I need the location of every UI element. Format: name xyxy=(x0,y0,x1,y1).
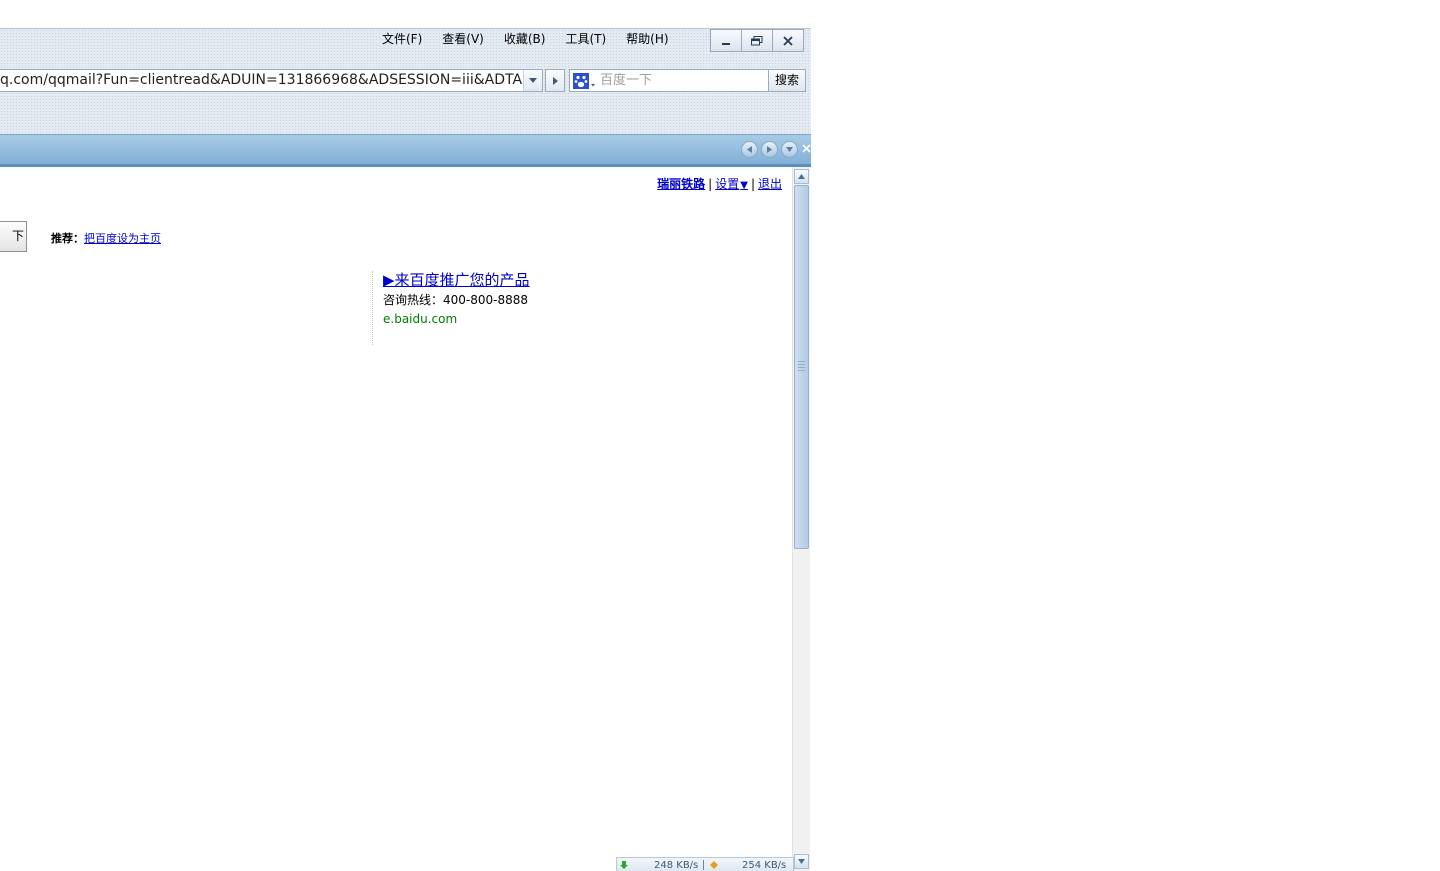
search-button[interactable]: 搜索 xyxy=(768,69,806,92)
ad-phone: 咨询热线：400-800-8888 xyxy=(383,293,529,307)
settings-label: 设置 xyxy=(715,177,740,191)
window-controls xyxy=(710,29,804,52)
menu-view[interactable]: 查看(V) xyxy=(432,30,494,48)
menu-file[interactable]: 文件(F) xyxy=(372,30,432,48)
chevron-down-icon xyxy=(798,859,805,864)
chevron-up-icon xyxy=(798,174,805,179)
scroll-up-button[interactable] xyxy=(794,169,809,184)
separator: | xyxy=(708,177,713,191)
status-separator xyxy=(703,860,704,870)
tab-controls xyxy=(741,141,811,158)
recommend-line: 推荐：把百度设为主页 xyxy=(51,230,161,246)
go-button[interactable] xyxy=(545,69,565,92)
tab-scroll-left-button[interactable] xyxy=(741,141,758,158)
recommend-label: 推荐： xyxy=(51,232,84,245)
menu-favorites[interactable]: 收藏(B) xyxy=(494,30,556,48)
baidu-search-button[interactable]: 下 xyxy=(0,221,27,252)
address-bar[interactable]: q.com/qqmail?Fun=clientread&ADUIN=131866… xyxy=(0,69,543,92)
scroll-grip xyxy=(798,361,805,371)
download-speed: 248 KB/s xyxy=(654,860,699,871)
ad-title-link[interactable]: ▶来百度推广您的产品 xyxy=(383,270,530,290)
tab-scroll-right-button[interactable] xyxy=(761,141,778,158)
tab-close-button[interactable] xyxy=(801,141,811,156)
tab-list-button[interactable] xyxy=(781,141,798,158)
download-arrow-icon xyxy=(620,861,628,869)
minimize-icon xyxy=(722,42,730,45)
chevron-down-icon xyxy=(529,78,537,83)
close-icon xyxy=(801,144,811,153)
ad-url: e.baidu.com xyxy=(383,312,458,326)
ad-divider xyxy=(372,271,373,345)
user-link[interactable]: 瑞丽铁路 xyxy=(657,177,705,191)
upload-diamond-icon xyxy=(710,861,718,869)
baidu-paw-icon xyxy=(573,72,595,89)
chevron-down-icon xyxy=(786,147,793,152)
settings-link[interactable]: 设置▼ xyxy=(715,177,748,191)
close-icon xyxy=(783,35,793,46)
ad-block: ▶来百度推广您的产品 咨询热线：400-800-8888 e.baidu.com xyxy=(383,270,530,328)
vertical-scrollbar[interactable] xyxy=(792,167,810,871)
chevron-right-icon xyxy=(766,146,772,153)
menu-tools[interactable]: 工具(T) xyxy=(555,30,616,48)
set-homepage-link[interactable]: 把百度设为主页 xyxy=(84,232,161,245)
search-input[interactable] xyxy=(600,70,760,91)
address-dropdown-button[interactable] xyxy=(523,70,542,91)
menu-help[interactable]: 帮助(H) xyxy=(616,30,678,48)
close-button[interactable] xyxy=(772,29,804,52)
play-icon xyxy=(552,76,558,85)
scroll-thumb[interactable] xyxy=(794,185,809,549)
scroll-down-button[interactable] xyxy=(794,854,809,869)
page-content: 瑞丽铁路 | 设置▼ | 退出 下 推荐：把百度设为主页 ▶来百度推广您的产品 咨询热线… xyxy=(0,167,792,871)
search-box[interactable] xyxy=(569,69,769,92)
tab-bar xyxy=(0,134,811,167)
chevron-left-icon xyxy=(746,146,752,153)
triangle-down-icon: ▼ xyxy=(740,180,748,191)
separator: | xyxy=(750,177,755,191)
browser-window: 文件(F) 查看(V) 收藏(B) 工具(T) 帮助(H) q.com/qqma… xyxy=(0,0,811,871)
upload-speed: 254 KB/s xyxy=(742,860,787,871)
restore-icon xyxy=(751,35,763,45)
search-engine-selector[interactable] xyxy=(573,72,597,89)
address-url[interactable]: q.com/qqmail?Fun=clientread&ADUIN=131866… xyxy=(0,70,522,91)
minimize-button[interactable] xyxy=(710,29,742,52)
logout-link[interactable]: 退出 xyxy=(758,177,782,191)
status-speed-panel: 248 KB/s 254 KB/s xyxy=(616,857,794,871)
menu-bar: 文件(F) 查看(V) 收藏(B) 工具(T) 帮助(H) xyxy=(372,30,679,48)
restore-button[interactable] xyxy=(741,29,773,52)
top-links: 瑞丽铁路 | 设置▼ | 退出 xyxy=(657,175,782,192)
